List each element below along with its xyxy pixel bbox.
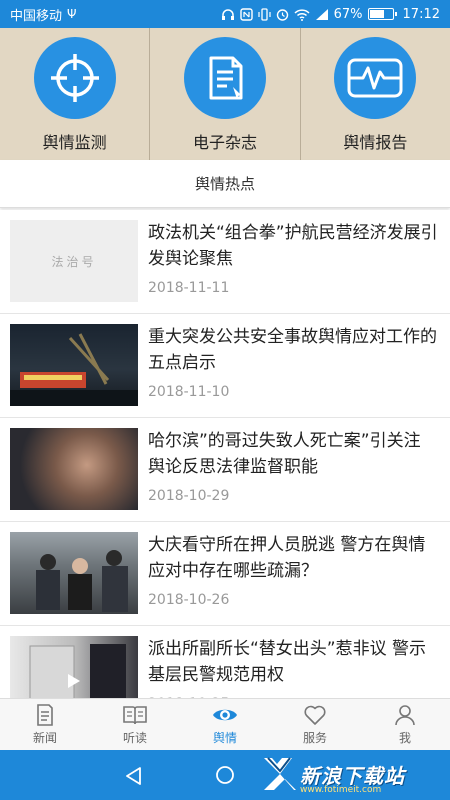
person-icon xyxy=(395,705,415,726)
carrier-name: 中国移动 xyxy=(10,8,63,24)
status-bar: 中国移动 Ψ 67% 17:12 xyxy=(0,0,450,28)
news-thumbnail: 法治号 xyxy=(10,220,138,302)
news-item[interactable]: 大庆看守所在押人员脱逃 警方在舆情应对中存在哪些疏漏？ 2018-10-26 xyxy=(0,522,450,626)
tile-label: 电子杂志 xyxy=(192,133,257,152)
news-title: 政法机关“组合拳”护航民营经济发展引发舆论聚焦 xyxy=(148,223,438,269)
section-title: 舆情热点 xyxy=(0,160,450,208)
tile-label: 舆情报告 xyxy=(343,133,408,152)
signal-icon xyxy=(315,8,328,20)
nav-listen[interactable]: 听读 xyxy=(90,699,180,750)
news-list: 法治号 政法机关“组合拳”护航民营经济发展引发舆论聚焦 2018-11-11 重… xyxy=(0,210,450,698)
tile-label: 舆情监测 xyxy=(42,133,107,152)
eye-icon xyxy=(213,709,237,721)
news-thumbnail xyxy=(10,324,138,406)
book-icon xyxy=(123,706,147,725)
nav-label: 我 xyxy=(398,731,411,745)
nfc-icon xyxy=(239,7,253,21)
news-date: 2018-10-26 xyxy=(148,592,230,608)
watermark-logo: 新浪下载站 www.fotimeit.com xyxy=(262,754,442,796)
news-item[interactable]: 哈尔滨”的哥过失致人死亡案”引关注 舆论反思法律监督职能 2018-10-29 xyxy=(0,418,450,522)
wifi-icon xyxy=(294,8,310,21)
news-title: 大庆看守所在押人员脱逃 警方在舆情应对中存在哪些疏漏？ xyxy=(148,535,426,581)
headphones-icon xyxy=(221,8,234,20)
news-date: 2018-11-11 xyxy=(148,280,230,296)
battery-icon xyxy=(367,8,397,20)
news-date: 2018-10-29 xyxy=(148,488,230,504)
news-thumbnail xyxy=(10,636,138,698)
nav-label: 服务 xyxy=(302,731,327,745)
heart-icon xyxy=(304,705,326,725)
tile-monitoring[interactable]: 舆情监测 xyxy=(0,28,151,160)
news-title: 派出所副所长“替女出头”惹非议 警示基层民警规范用权 xyxy=(148,639,427,685)
crosshair-icon xyxy=(33,37,116,119)
news-thumbnail xyxy=(10,532,138,614)
vibrate-icon xyxy=(258,7,271,21)
nav-news[interactable]: 新闻 xyxy=(0,699,90,750)
watermark-emblem-icon xyxy=(264,757,296,790)
news-date: 2018-11-10 xyxy=(148,384,230,400)
news-item[interactable]: 派出所副所长“替女出头”惹非议 警示基层民警规范用权 2018-10-25 xyxy=(0,626,450,698)
nav-me[interactable]: 我 xyxy=(360,699,450,750)
news-title: 重大突发公共安全事故舆情应对工作的五点启示 xyxy=(148,327,437,373)
usb-icon: Ψ xyxy=(67,7,77,21)
feature-tiles: 舆情监测 电子杂志 舆情报告 xyxy=(0,28,450,160)
thumbnail-caption: 法治号 xyxy=(51,254,97,269)
news-title: 哈尔滨”的哥过失致人死亡案”引关注 舆论反思法律监督职能 xyxy=(148,431,421,477)
tile-report[interactable]: 舆情报告 xyxy=(301,28,450,160)
news-icon xyxy=(37,704,53,726)
nav-label: 舆情 xyxy=(212,731,237,745)
news-thumbnail xyxy=(10,428,138,510)
bottom-nav: 新闻 听读 舆情 服务 我 xyxy=(0,698,450,750)
pulse-icon xyxy=(334,37,417,119)
battery-fill xyxy=(369,10,384,18)
nav-service[interactable]: 服务 xyxy=(270,699,360,750)
nav-label: 听读 xyxy=(122,731,147,745)
nav-sentiment[interactable]: 舆情 xyxy=(180,699,270,750)
alarm-icon xyxy=(276,8,288,21)
watermark-url: www.fotimeit.com xyxy=(300,785,382,795)
news-item[interactable]: 法治号 政法机关“组合拳”护航民营经济发展引发舆论聚焦 2018-11-11 xyxy=(0,210,450,314)
battery-percent: 67% xyxy=(333,6,363,22)
back-icon[interactable] xyxy=(124,766,144,786)
news-item[interactable]: 重大突发公共安全事故舆情应对工作的五点启示 2018-11-10 xyxy=(0,314,450,418)
document-icon xyxy=(183,37,266,119)
tile-magazine[interactable]: 电子杂志 xyxy=(150,28,301,160)
clock: 17:12 xyxy=(402,6,440,22)
nav-label: 新闻 xyxy=(32,731,57,745)
system-nav-bar: 新浪下载站 www.fotimeit.com xyxy=(0,750,450,800)
home-icon[interactable] xyxy=(215,765,235,785)
